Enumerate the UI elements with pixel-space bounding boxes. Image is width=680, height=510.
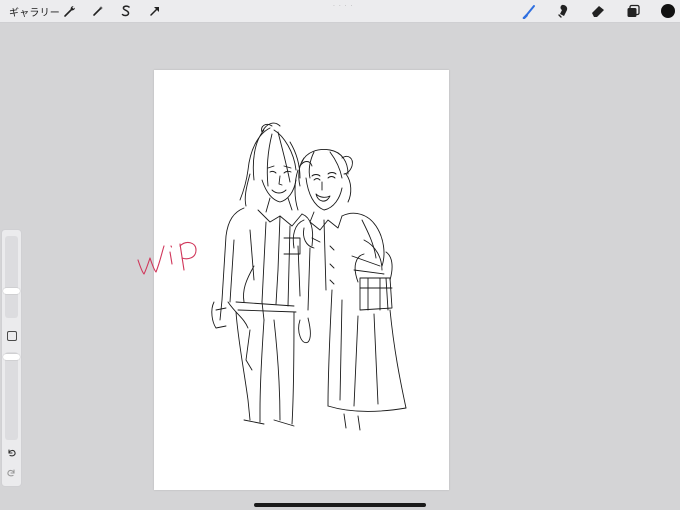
brush-icon[interactable] [522,3,538,19]
magic-wand-icon[interactable] [90,3,106,19]
smudge-icon[interactable] [555,3,571,19]
home-indicator[interactable] [254,503,426,507]
eyedropper-square-button[interactable] [7,331,17,341]
sketch-artwork [211,122,407,431]
selection-s-icon[interactable] [118,3,134,19]
opacity-slider[interactable] [3,352,20,440]
wip-annotation: wip [134,232,197,275]
brush-sidebar [1,229,22,487]
gallery-button[interactable]: ギャラリー [9,4,60,19]
eraser-icon[interactable] [590,3,606,19]
transform-arrow-icon[interactable] [147,3,163,19]
color-swatch-icon[interactable] [660,3,676,19]
redo-icon[interactable] [6,467,17,478]
wip-text: wip [134,232,136,233]
drawing-canvas[interactable] [154,70,449,490]
undo-icon[interactable] [6,447,17,458]
brush-size-slider[interactable] [3,236,20,318]
top-toolbar: ギャラリー · · · · [0,0,680,23]
window-grabber[interactable]: · · · · [333,3,353,10]
wrench-icon[interactable] [62,3,78,19]
brush-size-knob[interactable] [3,288,20,294]
layers-icon[interactable] [625,3,641,19]
opacity-knob[interactable] [3,354,20,360]
